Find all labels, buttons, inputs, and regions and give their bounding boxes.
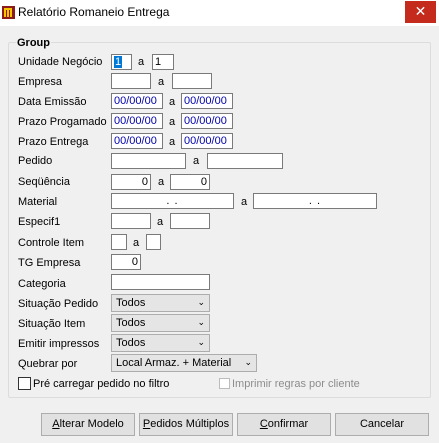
chevron-down-icon: ⌄: [244, 358, 252, 368]
empresa-to-input[interactable]: [172, 73, 212, 89]
categoria-input[interactable]: [111, 274, 210, 290]
sequencia-to-input[interactable]: 0: [170, 174, 210, 190]
cancelar-button[interactable]: Cancelar: [335, 413, 429, 436]
controle-item-to-input[interactable]: [146, 234, 161, 250]
chevron-down-icon: ⌄: [197, 318, 205, 328]
situacao-item-label: Situação Item: [18, 318, 86, 330]
material-from-input[interactable]: . .: [111, 193, 234, 209]
close-button[interactable]: ✕: [405, 1, 436, 23]
report-dialog: Relatório Romaneio Entrega ✕ Group Unida…: [0, 0, 439, 443]
sequencia-label: Seqüência: [18, 176, 70, 188]
range-separator: a: [133, 237, 140, 249]
sequencia-from-input[interactable]: 0: [111, 174, 151, 190]
controle-item-label: Controle Item: [18, 237, 85, 249]
situacao-pedido-select[interactable]: Todos ⌄: [111, 294, 210, 312]
tg-empresa-label: TG Empresa: [18, 257, 81, 269]
material-label: Material: [18, 196, 58, 208]
unidade-negocio-to-input[interactable]: 1: [152, 54, 174, 70]
confirmar-button[interactable]: Confirmar: [237, 413, 331, 436]
prazo-entrega-from-input[interactable]: 00/00/00: [111, 133, 163, 149]
pre-carregar-label: Pré carregar pedido no filtro: [33, 378, 170, 390]
pedido-label: Pedido: [18, 155, 53, 167]
prazo-programado-to-input[interactable]: 00/00/00: [181, 113, 233, 129]
prazo-programado-from-input[interactable]: 00/00/00: [111, 113, 163, 129]
situacao-item-select[interactable]: Todos ⌄: [111, 314, 210, 332]
especif1-to-input[interactable]: [170, 213, 210, 229]
range-separator: a: [158, 76, 165, 88]
close-icon: ✕: [414, 4, 427, 20]
controle-item-from-input[interactable]: [111, 234, 127, 250]
quebrar-por-select[interactable]: Local Armaz. + Material ⌄: [111, 354, 257, 372]
range-separator: a: [169, 136, 176, 148]
range-separator: a: [157, 216, 164, 228]
especif1-label: Especif1: [18, 216, 61, 228]
prazo-entrega-label: Prazo Entrega: [18, 136, 89, 148]
prazo-entrega-to-input[interactable]: 00/00/00: [181, 133, 233, 149]
imprimir-regras-label: Imprimir regras por cliente: [232, 378, 360, 390]
range-separator: a: [158, 176, 165, 188]
prazo-programado-label: Prazo Progamado: [18, 116, 107, 128]
pedido-from-input[interactable]: [111, 153, 186, 169]
range-separator: a: [138, 56, 145, 68]
chevron-down-icon: ⌄: [197, 338, 205, 348]
window-title: Relatório Romaneio Entrega: [18, 5, 170, 19]
empresa-label: Empresa: [18, 76, 63, 88]
empresa-from-input[interactable]: [111, 73, 151, 89]
emitir-impressos-select[interactable]: Todos ⌄: [111, 334, 210, 352]
data-emissao-from-input[interactable]: 00/00/00: [111, 93, 163, 109]
imprimir-regras-checkbox[interactable]: [219, 378, 230, 389]
alterar-modelo-button[interactable]: Alterar Modelo: [41, 413, 135, 436]
app-logo-icon: [2, 6, 15, 19]
range-separator: a: [169, 116, 176, 128]
especif1-from-input[interactable]: [111, 213, 151, 229]
situacao-pedido-label: Situação Pedido: [18, 298, 99, 310]
unidade-negocio-from-input[interactable]: 1: [111, 54, 132, 70]
range-separator: a: [241, 196, 248, 208]
tg-empresa-input[interactable]: 0: [111, 254, 141, 270]
material-to-input[interactable]: . .: [253, 193, 377, 209]
data-emissao-to-input[interactable]: 00/00/00: [181, 93, 233, 109]
emitir-impressos-label: Emitir impressos: [18, 338, 100, 350]
pre-carregar-checkbox[interactable]: [18, 377, 31, 390]
unidade-negocio-label: Unidade Negócio: [18, 56, 103, 68]
categoria-label: Categoria: [18, 278, 66, 290]
data-emissao-label: Data Emissão: [18, 96, 87, 108]
group-title: Group: [16, 37, 51, 49]
chevron-down-icon: ⌄: [197, 298, 205, 308]
range-separator: a: [169, 96, 176, 108]
quebrar-por-label: Quebrar por: [18, 358, 78, 370]
pedido-to-input[interactable]: [207, 153, 283, 169]
pedidos-multiplos-button[interactable]: Pedidos Múltiplos: [139, 413, 233, 436]
range-separator: a: [193, 155, 200, 167]
title-bar: Relatório Romaneio Entrega ✕: [0, 0, 439, 26]
